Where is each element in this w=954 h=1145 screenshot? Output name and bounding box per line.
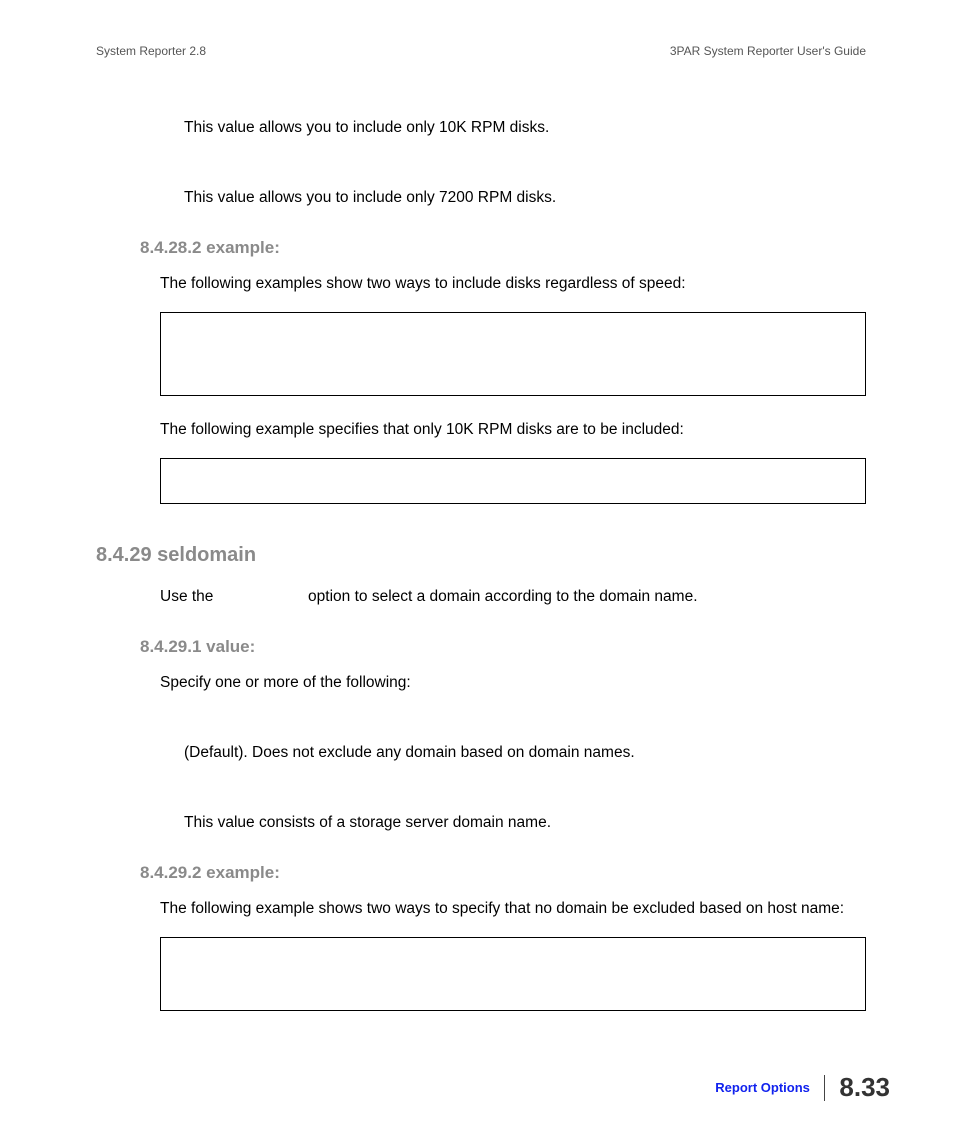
- paragraph: The following example specifies that onl…: [160, 418, 866, 442]
- paragraph: This value consists of a storage server …: [184, 811, 866, 835]
- page-header: System Reporter 2.8 3PAR System Reporter…: [96, 44, 866, 58]
- header-right: 3PAR System Reporter User's Guide: [670, 44, 866, 58]
- paragraph: The following example shows two ways to …: [160, 897, 866, 921]
- code-block: [160, 458, 866, 504]
- paragraph: The following examples show two ways to …: [160, 272, 866, 296]
- subsection-heading: 8.4.29.2 example:: [140, 863, 866, 883]
- text-fragment: option to select a domain according to t…: [308, 588, 697, 605]
- subsection-heading: 8.4.29.1 value:: [140, 637, 866, 657]
- section-heading: 8.4.29 seldomain: [96, 544, 866, 567]
- header-left: System Reporter 2.8: [96, 44, 206, 58]
- paragraph: Use the option to select a domain accord…: [160, 585, 866, 609]
- paragraph: (Default). Does not exclude any domain b…: [184, 741, 866, 765]
- page-container: System Reporter 2.8 3PAR System Reporter…: [0, 0, 954, 1093]
- subsection-heading: 8.4.28.2 example:: [140, 238, 866, 258]
- footer-link[interactable]: Report Options: [715, 1080, 824, 1095]
- paragraph: This value allows you to include only 72…: [184, 186, 866, 210]
- footer-divider: [824, 1075, 826, 1101]
- paragraph: Specify one or more of the following:: [160, 671, 866, 695]
- code-block: [160, 312, 866, 396]
- page-number: 8.33: [839, 1072, 890, 1103]
- text-fragment: Use the: [160, 588, 213, 605]
- paragraph: This value allows you to include only 10…: [184, 116, 866, 140]
- page-footer: Report Options 8.33: [715, 1072, 890, 1103]
- code-block: [160, 937, 866, 1011]
